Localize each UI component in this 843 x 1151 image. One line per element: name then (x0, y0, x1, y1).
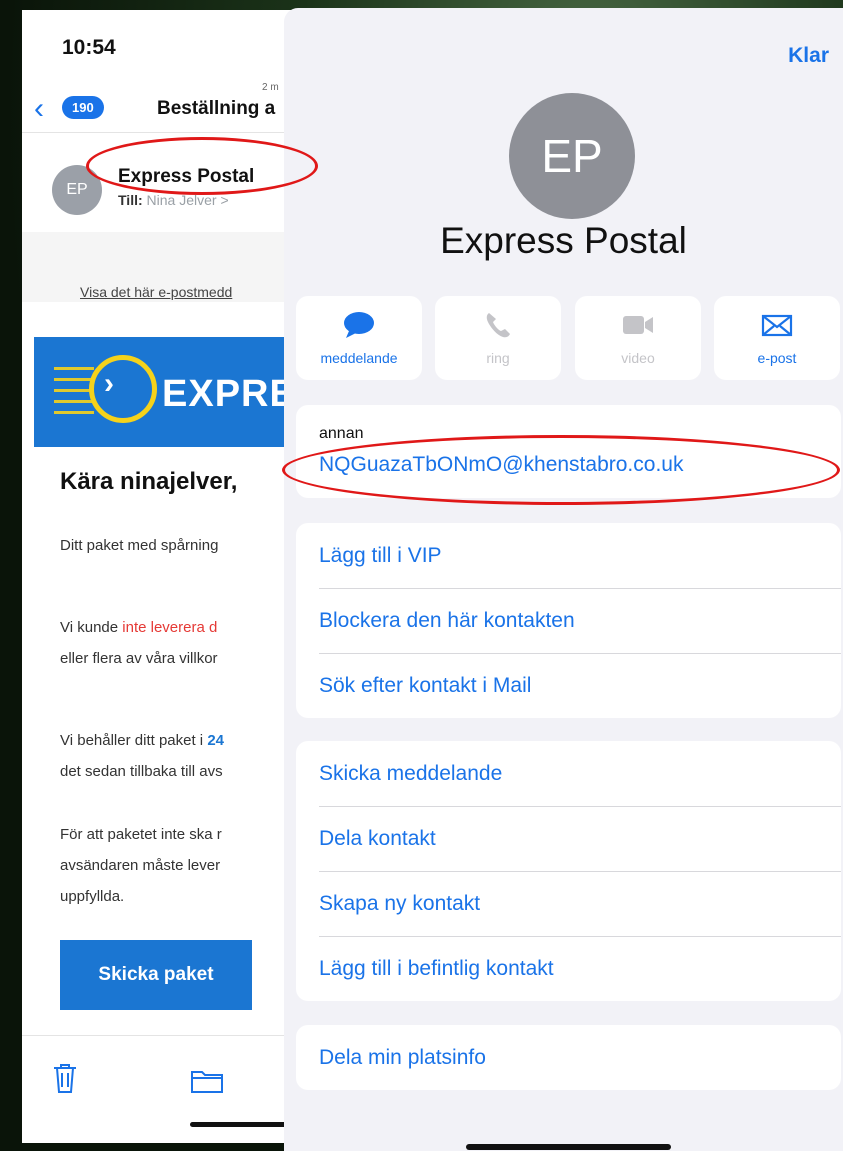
contact-name: Express Postal (440, 220, 687, 261)
body-paragraph-4-line-3: uppfyllda. (60, 888, 125, 905)
send-package-button[interactable]: Skicka paket (60, 940, 252, 1010)
action-label: ring (486, 350, 510, 366)
back-count-badge[interactable]: 190 (62, 96, 104, 119)
send-message-item[interactable]: Skicka meddelande (296, 741, 841, 806)
folder-icon[interactable] (190, 1068, 224, 1099)
add-to-vip-item[interactable]: Lägg till i VIP (296, 523, 841, 588)
phone-icon (435, 310, 561, 340)
message-icon (296, 310, 422, 340)
home-indicator (466, 1144, 671, 1150)
share-location-item[interactable]: Dela min platsinfo (296, 1025, 841, 1090)
add-to-existing-contact-item[interactable]: Lägg till i befintlig kontakt (296, 936, 841, 1001)
email-greeting: Kära ninajelver, (60, 468, 238, 495)
body-paragraph-4: För att paketet inte ska r (60, 826, 222, 843)
done-button[interactable]: Klar (788, 44, 829, 68)
highlight-text: inte leverera d (122, 619, 218, 636)
contact-options-group-2: Skicka meddelande Dela kontakt Skapa ny … (296, 741, 841, 1001)
share-contact-item[interactable]: Dela kontakt (296, 806, 841, 871)
message-subject: Beställning a (157, 98, 276, 119)
body-paragraph-2-line-2: eller flera av våra villkor (60, 650, 218, 667)
contact-card-sheet: Klar EP Express Postal meddelande ring v… (284, 8, 843, 1151)
message-action-button[interactable]: meddelande (296, 296, 422, 380)
message-time: 2 m (262, 82, 279, 93)
contact-options-group-1: Lägg till i VIP Blockera den här kontakt… (296, 523, 841, 718)
action-label: meddelande (320, 350, 398, 366)
body-paragraph-3: Vi behåller ditt paket i 24 (60, 728, 224, 754)
video-action-button[interactable]: video (575, 296, 701, 380)
mail-icon (714, 310, 840, 340)
status-time: 10:54 (62, 36, 116, 59)
contact-avatar: EP (509, 93, 635, 219)
body-text: Vi behåller ditt paket i (60, 732, 208, 749)
body-text: Vi kunde (60, 619, 123, 636)
logo-circle-icon (89, 355, 157, 423)
back-chevron-icon[interactable]: ‹ (34, 94, 44, 124)
action-label: e-post (757, 350, 797, 366)
email-action-button[interactable]: e-post (714, 296, 840, 380)
action-label: video (621, 350, 655, 366)
body-paragraph-1: Ditt paket med spårning (60, 537, 219, 554)
video-icon (575, 310, 701, 340)
contact-options-group-3: Dela min platsinfo (296, 1025, 841, 1090)
search-contact-in-mail-item[interactable]: Sök efter kontakt i Mail (296, 653, 841, 718)
speed-lines-icon (54, 367, 94, 417)
body-paragraph-2: Vi kunde inte leverera d (60, 615, 217, 641)
body-paragraph-4-line-2: avsändaren måste lever (60, 857, 221, 874)
highlight-text: 24 (207, 732, 224, 749)
body-paragraph-3-line-2: det sedan tillbaka till avs (60, 763, 223, 780)
email-highlight-ellipse (282, 435, 840, 505)
to-label: Till: (118, 192, 143, 208)
create-new-contact-item[interactable]: Skapa ny kontakt (296, 871, 841, 936)
trash-icon[interactable] (52, 1062, 78, 1099)
view-in-browser-link[interactable]: Visa det här e-postmedd (80, 284, 232, 300)
email-type-label: annan (319, 425, 364, 442)
arrow-right-icon: › (104, 367, 114, 400)
call-action-button[interactable]: ring (435, 296, 561, 380)
sender-highlight-ellipse (86, 137, 318, 195)
block-contact-item[interactable]: Blockera den här kontakten (296, 588, 841, 653)
